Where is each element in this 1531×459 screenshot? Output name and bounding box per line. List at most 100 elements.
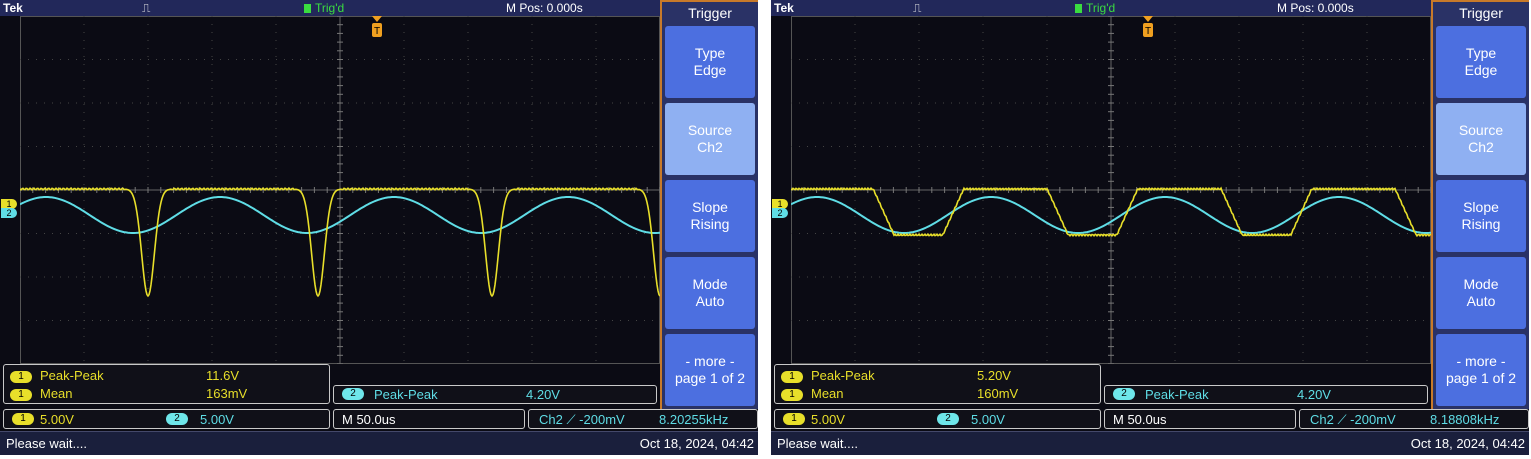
trigger-status: Trig'd [1075, 1, 1115, 15]
graticule [791, 16, 1431, 364]
status-bar: 1 5.00V 2 5.00V M 50.0us Ch2 ⟋ -200mV 8.… [0, 407, 758, 431]
measurement-value: 4.20V [526, 387, 560, 402]
trigger-menu: Trigger Type Edge Source Ch2 Slope Rising M… [1431, 0, 1529, 409]
channel-scale-box[interactable]: 1 5.00V 2 5.00V [3, 409, 330, 429]
ch2-scale: 5.00V [200, 412, 234, 427]
menu-button-slope[interactable]: Slope Rising [1436, 180, 1526, 252]
menu-button-source[interactable]: Source Ch2 [665, 103, 755, 175]
timebase: M 50.0us [1113, 412, 1167, 427]
menu-button-label: Type [1465, 45, 1497, 61]
ch2-ground-marker[interactable]: 2 [772, 208, 788, 218]
menu-button-label: Source [1458, 122, 1504, 138]
trigger-source: Ch2 ⟋ -200mV [539, 412, 625, 427]
measurement-label: Peak-Peak [1145, 387, 1209, 402]
menu-button-value: page 1 of 2 [674, 370, 746, 386]
trigger-source: Ch2 ⟋ -200mV [1310, 412, 1396, 427]
measurement-value: 5.20V [977, 368, 1011, 383]
menu-button-value: Auto [695, 293, 725, 309]
footer-bar: Please wait.... Oct 18, 2024, 04:42 [771, 431, 1529, 455]
frequency-readout: 8.20255kHz [659, 412, 729, 427]
waveform-display: T [20, 16, 660, 364]
trigger-status-label: Trig'd [1086, 1, 1116, 15]
ch2-scale: 5.00V [971, 412, 1005, 427]
measurement-label: Peak-Peak [40, 368, 104, 383]
ch2-badge: 2 [937, 413, 959, 425]
ch2-measurements: 2 Peak-Peak 4.20V [1104, 385, 1428, 404]
menu-button-value: Auto [1466, 293, 1496, 309]
menu-button-more[interactable]: - more - page 1 of 2 [665, 334, 755, 406]
pulse-icon: ⎍ [913, 1, 922, 15]
menu-title: Trigger [1459, 5, 1503, 21]
timebase-box[interactable]: M 50.0us [1104, 409, 1296, 429]
trigger-status: Trig'd [304, 1, 344, 15]
measurement-label: Mean [811, 386, 844, 401]
menu-button-type[interactable]: Type Edge [665, 26, 755, 98]
menu-button-value: Edge [693, 62, 727, 78]
m-pos-readout: M Pos: 0.000s [506, 1, 583, 15]
menu-button-more[interactable]: - more - page 1 of 2 [1436, 334, 1526, 406]
measurement-label: Peak-Peak [374, 387, 438, 402]
ch2-badge: 2 [166, 413, 188, 425]
ch1-badge: 1 [10, 371, 32, 383]
menu-button-label: - more - [1456, 353, 1506, 369]
menu-button-value: Rising [1461, 216, 1501, 232]
menu-button-value: Ch2 [697, 139, 723, 155]
brand-logo: Tek [774, 1, 794, 15]
measurement-label: Mean [40, 386, 73, 401]
measurement-row: 1 Peak-Peak 11.6V [10, 368, 325, 384]
measurement-value: 4.20V [1297, 387, 1331, 402]
menu-button-label: Mode [692, 276, 728, 292]
scope-screen-right: Tek ⎍ Trig'd M Pos: 0.000s T 1 2 Trigger… [771, 0, 1529, 455]
menu-button-label: Slope [692, 199, 728, 215]
trigger-info-box[interactable]: Ch2 ⟋ -200mV 8.20255kHz [528, 409, 758, 429]
menu-button-value: page 1 of 2 [1445, 370, 1517, 386]
ch1-badge: 1 [12, 413, 34, 425]
menu-button-source[interactable]: Source Ch2 [1436, 103, 1526, 175]
status-bar: 1 5.00V 2 5.00V M 50.0us Ch2 ⟋ -200mV 8.… [771, 407, 1529, 431]
menu-button-value: Rising [690, 216, 730, 232]
waveform-display: T [791, 16, 1431, 364]
measurement-value: 160mV [977, 386, 1019, 401]
ch2-ground-marker[interactable]: 2 [1, 208, 17, 218]
menu-button-mode[interactable]: Mode Auto [665, 257, 755, 329]
trigger-info-box[interactable]: Ch2 ⟋ -200mV 8.18808kHz [1299, 409, 1529, 429]
ch2-measurements: 2 Peak-Peak 4.20V [333, 385, 657, 404]
menu-title: Trigger [688, 5, 732, 21]
trigger-menu: Trigger Type Edge Source Ch2 Slope Rising M… [660, 0, 758, 409]
measurement-row: 1 Mean 163mV [10, 386, 325, 402]
trigger-indicator-icon [1075, 4, 1082, 13]
trigger-indicator-icon [304, 4, 311, 13]
ch1-measurements: 1 Peak-Peak 11.6V 1 Mean 163mV [3, 364, 330, 404]
menu-button-mode[interactable]: Mode Auto [1436, 257, 1526, 329]
channel-scale-box[interactable]: 1 5.00V 2 5.00V [774, 409, 1101, 429]
pulse-icon: ⎍ [142, 1, 151, 15]
footer-bar: Please wait.... Oct 18, 2024, 04:42 [0, 431, 758, 455]
top-status-bar: Tek ⎍ Trig'd M Pos: 0.000s [0, 0, 660, 16]
m-pos-readout: M Pos: 0.000s [1277, 1, 1354, 15]
timebase-box[interactable]: M 50.0us [333, 409, 525, 429]
menu-button-value: Edge [1464, 62, 1498, 78]
frequency-readout: 8.18808kHz [1430, 412, 1500, 427]
status-message: Please wait.... [6, 436, 87, 451]
svg-text:T: T [374, 26, 380, 37]
menu-button-label: Slope [1463, 199, 1499, 215]
ch2-badge: 2 [1113, 388, 1135, 400]
measurement-row: 1 Mean 160mV [781, 386, 1096, 402]
measurement-value: 163mV [206, 386, 248, 401]
trigger-position-marker: T [372, 16, 382, 37]
ch1-badge: 1 [10, 389, 32, 401]
ch1-scale: 5.00V [811, 412, 845, 427]
ch2-badge: 2 [342, 388, 364, 400]
timebase: M 50.0us [342, 412, 396, 427]
svg-text:T: T [1145, 26, 1151, 37]
menu-button-type[interactable]: Type Edge [1436, 26, 1526, 98]
brand-logo: Tek [3, 1, 23, 15]
ch1-badge: 1 [783, 413, 805, 425]
ch1-badge: 1 [781, 389, 803, 401]
menu-button-slope[interactable]: Slope Rising [665, 180, 755, 252]
trigger-position-marker: T [1143, 16, 1153, 37]
menu-button-value: Ch2 [1468, 139, 1494, 155]
menu-button-label: Type [694, 45, 726, 61]
measurement-value: 11.6V [206, 368, 240, 383]
top-status-bar: Tek ⎍ Trig'd M Pos: 0.000s [771, 0, 1431, 16]
